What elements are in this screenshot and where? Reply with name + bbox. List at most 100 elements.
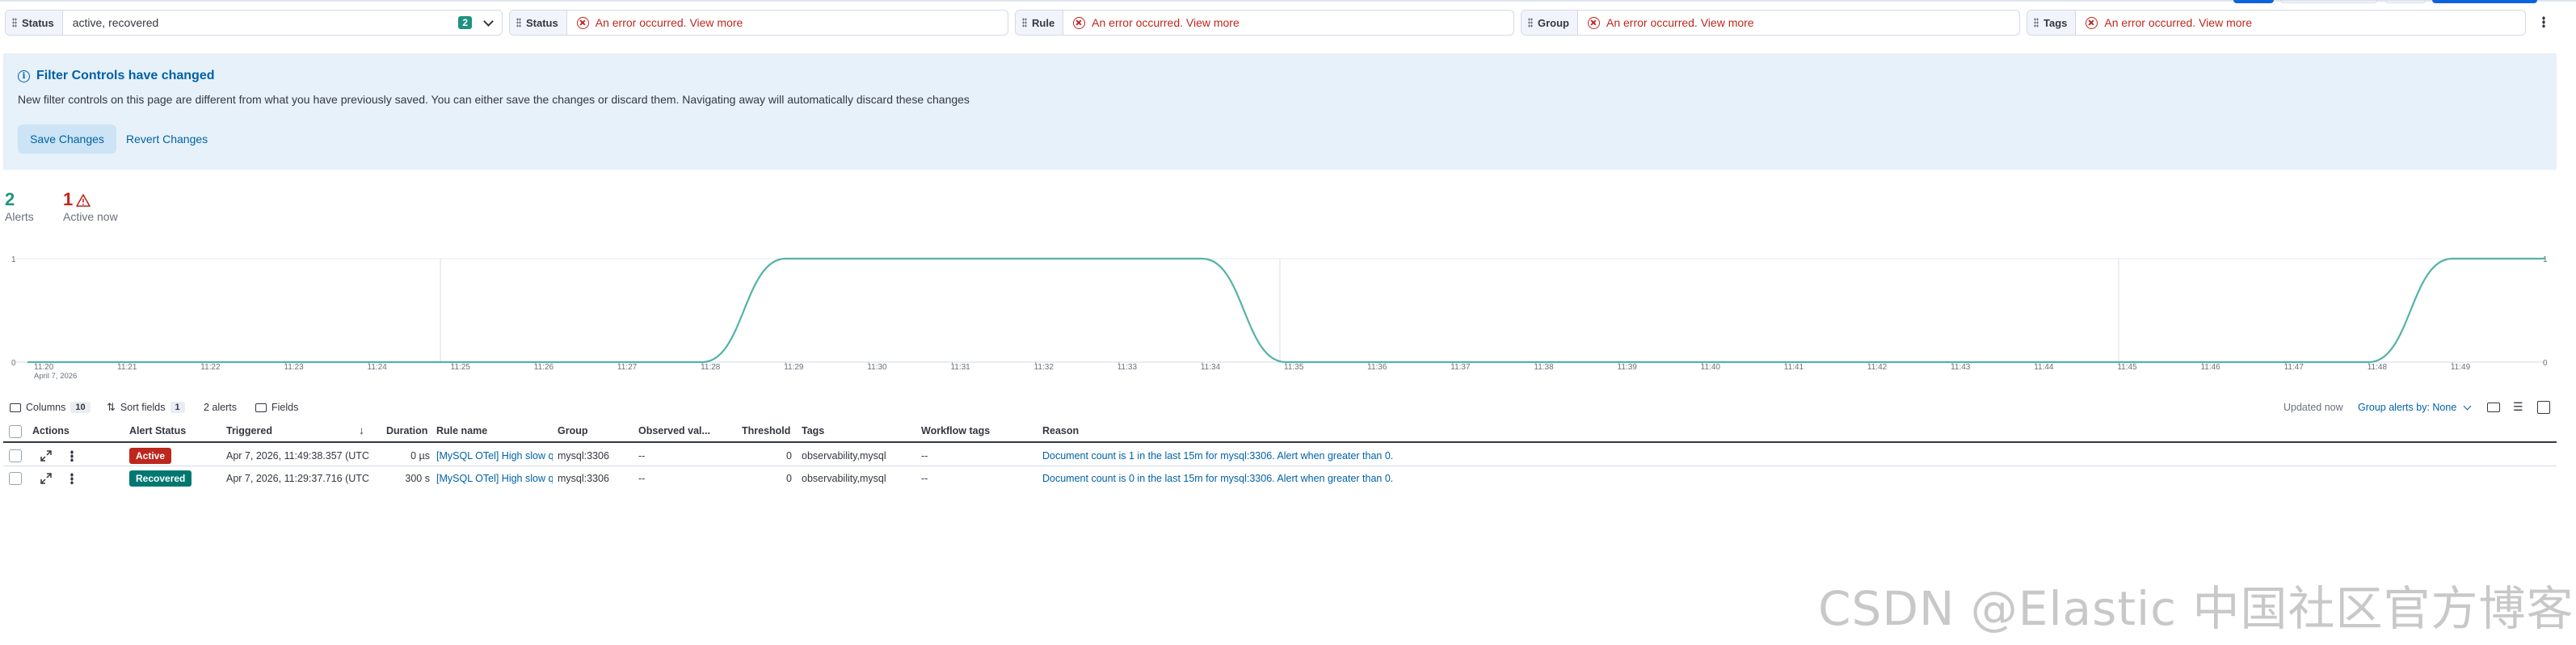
status-badge: Recovered	[129, 470, 192, 487]
sort-fields-control[interactable]: ⇅ Sort fields 1	[107, 399, 185, 415]
error-icon	[1073, 16, 1086, 29]
tags-filter[interactable]: Tags An error occurred. View more	[2027, 10, 2526, 36]
sort-icon: ⇅	[107, 401, 116, 413]
x-tick-label: 11:32	[1034, 363, 1054, 372]
filter-label: Group	[1522, 11, 1578, 35]
error-icon	[2086, 16, 2098, 29]
tags-cell: observability,mysql	[802, 473, 886, 484]
rule-filter[interactable]: Rule An error occurred. View more	[1015, 10, 1514, 36]
row-actions-icon[interactable]	[70, 450, 74, 462]
select-all-checkbox[interactable]	[9, 425, 22, 438]
column-header-reason[interactable]: Reason	[1042, 425, 1079, 436]
series-line	[27, 257, 2545, 364]
filter-label: Status	[510, 11, 567, 35]
column-header-observed-value[interactable]: Observed val...	[638, 425, 710, 436]
x-tick-label: 11:34	[1201, 363, 1221, 372]
y-tick-label-right: 0	[2543, 359, 2548, 368]
header-divider	[3, 441, 2557, 443]
drag-handle-icon[interactable]	[1022, 18, 1027, 27]
revert-changes-button[interactable]: Revert Changes	[126, 124, 208, 154]
x-tick-label: 11:38	[1534, 363, 1554, 372]
expand-icon[interactable]	[40, 450, 52, 462]
alerts-timeline-chart: 11:20 11:21 11:22 11:23 11:24 11:25 11:26 11:27…	[11, 255, 2548, 381]
column-header-threshold[interactable]: Threshold	[742, 425, 790, 436]
column-header-triggered[interactable]: Triggered	[226, 425, 272, 436]
columns-icon	[10, 403, 21, 412]
fields-control[interactable]: Fields	[255, 399, 298, 415]
duration-cell: 300 s	[405, 473, 430, 484]
x-tick-label: 11:20	[34, 363, 54, 372]
active-now-count: 1	[63, 189, 74, 209]
reason-link[interactable]: Document count is 1 in the last 15m for …	[1042, 450, 1393, 462]
reason-link[interactable]: Document count is 0 in the last 15m for …	[1042, 473, 1393, 484]
x-sub-label: April 7, 2026	[34, 372, 77, 381]
chevron-down-icon	[2463, 402, 2472, 410]
columns-control[interactable]: Columns 10	[10, 399, 90, 415]
density-icon[interactable]	[2487, 403, 2500, 412]
x-tick-label: 11:40	[1701, 363, 1721, 372]
filter-error-message[interactable]: An error occurred. View more	[2076, 16, 2525, 29]
x-tick-label: 11:35	[1284, 363, 1304, 372]
column-header-rule-name[interactable]: Rule name	[436, 425, 487, 436]
duration-cell: 0 µs	[410, 450, 430, 462]
threshold-cell: 0	[786, 450, 792, 462]
status-filter[interactable]: Status active, recovered 2	[5, 10, 503, 36]
x-tick-label: 11:49	[2451, 363, 2471, 372]
x-tick-label: 11:45	[2117, 363, 2137, 372]
top-button-stub[interactable]	[2280, 0, 2377, 3]
status-badge: Active	[129, 448, 172, 464]
drag-handle-icon[interactable]	[12, 18, 17, 27]
more-options-icon[interactable]	[2542, 16, 2545, 27]
x-tick-label: 11:23	[284, 363, 304, 372]
expand-icon[interactable]	[40, 473, 52, 484]
warning-icon	[76, 194, 90, 207]
drag-handle-icon[interactable]	[1528, 18, 1533, 27]
filter-error-message[interactable]: An error occurred. View more	[1063, 16, 1513, 29]
column-header-group[interactable]: Group	[558, 425, 588, 436]
updated-status: Updated now	[2283, 402, 2343, 413]
column-header-duration[interactable]: Duration	[386, 425, 427, 436]
status-filter-error[interactable]: Status An error occurred. View more	[509, 10, 1008, 36]
drag-handle-icon[interactable]	[516, 18, 521, 27]
top-button-stub[interactable]	[2385, 0, 2426, 3]
filter-error-message[interactable]: An error occurred. View more	[567, 16, 1008, 29]
group-alerts-by-dropdown[interactable]: Group alerts by: None	[2358, 399, 2472, 415]
x-tick-label: 11:22	[200, 363, 221, 372]
row-checkbox[interactable]	[9, 449, 22, 462]
fullscreen-icon[interactable]	[2537, 401, 2550, 414]
sort-descending-icon[interactable]: ↓	[359, 424, 364, 436]
row-actions-icon[interactable]	[70, 473, 74, 484]
drag-handle-icon[interactable]	[2034, 18, 2039, 27]
x-tick-label: 11:21	[117, 363, 137, 372]
x-tick-label: 11:36	[1367, 363, 1387, 372]
error-icon	[576, 16, 589, 29]
filter-label: Tags	[2027, 11, 2077, 35]
settings-sliders-icon[interactable]: ☰	[2513, 401, 2523, 412]
observed-value-cell: --	[638, 450, 646, 462]
filter-value[interactable]: active, recovered 2	[63, 16, 482, 29]
column-header-workflow-tags[interactable]: Workflow tags	[921, 425, 990, 436]
active-now-label: Active now	[63, 210, 118, 223]
alerts-label: Alerts	[5, 210, 34, 223]
column-header-alert-status[interactable]: Alert Status	[129, 425, 186, 436]
column-header-tags[interactable]: Tags	[802, 425, 824, 436]
x-tick-label: 11:47	[2284, 363, 2305, 372]
filter-error-message[interactable]: An error occurred. View more	[1578, 16, 2019, 29]
save-changes-button[interactable]: Save Changes	[18, 124, 116, 154]
row-checkbox[interactable]	[9, 472, 22, 485]
group-filter[interactable]: Group An error occurred. View more	[1521, 10, 2020, 36]
workflow-tags-cell: --	[921, 473, 928, 484]
rule-name-link[interactable]: [MySQL OTel] High slow q	[436, 473, 553, 484]
chevron-down-icon[interactable]	[483, 15, 494, 27]
column-header-actions: Actions	[32, 425, 69, 436]
rule-name-link[interactable]: [MySQL OTel] High slow q	[436, 450, 553, 462]
x-tick-label: 11:44	[2034, 363, 2054, 372]
top-border	[0, 0, 2576, 2]
x-tick-label: 11:27	[617, 363, 638, 372]
top-primary-button-stub[interactable]	[2233, 0, 2274, 3]
x-tick-label: 11:31	[950, 363, 970, 372]
selection-count-badge: 2	[458, 16, 472, 29]
x-tick-label: 11:29	[784, 363, 804, 372]
top-primary-button-stub[interactable]	[2432, 0, 2537, 3]
group-cell: mysql:3306	[558, 450, 609, 462]
